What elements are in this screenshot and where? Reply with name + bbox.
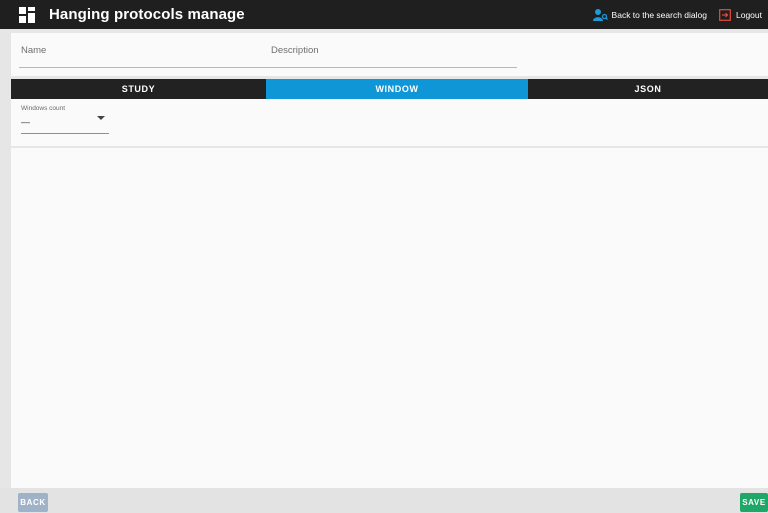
logout-link[interactable]: Logout bbox=[719, 8, 762, 21]
logout-label: Logout bbox=[736, 9, 762, 20]
back-button[interactable]: BACK bbox=[18, 493, 48, 512]
windows-count-select[interactable]: Windows count — bbox=[21, 105, 109, 134]
tab-study[interactable]: STUDY bbox=[11, 79, 266, 99]
back-to-search-label: Back to the search dialog bbox=[611, 9, 707, 20]
name-field[interactable]: Name bbox=[19, 33, 276, 68]
save-button[interactable]: SAVE bbox=[740, 493, 768, 512]
tab-bar: STUDY WINDOW JSON bbox=[11, 79, 768, 99]
name-label: Name bbox=[21, 45, 47, 56]
header-actions: Back to the search dialog Logout bbox=[592, 0, 768, 29]
dashboard-icon bbox=[19, 6, 35, 23]
back-to-search-link[interactable]: Back to the search dialog bbox=[592, 8, 707, 22]
bottom-bar: BACK SAVE bbox=[0, 488, 768, 513]
protocol-form: Name Description bbox=[11, 33, 768, 76]
description-label: Description bbox=[271, 45, 319, 56]
tab-window[interactable]: WINDOW bbox=[266, 79, 528, 99]
user-search-icon bbox=[592, 8, 608, 21]
top-bar: Hanging protocols manage Back to the sea… bbox=[0, 0, 768, 29]
tab-json[interactable]: JSON bbox=[528, 79, 768, 99]
description-field[interactable]: Description bbox=[269, 33, 517, 68]
logout-icon bbox=[719, 8, 731, 21]
window-layout-area bbox=[11, 148, 768, 488]
windows-count-value: — bbox=[21, 117, 30, 127]
window-settings-panel: Windows count — bbox=[11, 99, 768, 146]
windows-count-label: Windows count bbox=[21, 105, 66, 112]
dropdown-arrow-icon bbox=[97, 116, 105, 120]
app-title: Hanging protocols manage bbox=[49, 6, 245, 23]
